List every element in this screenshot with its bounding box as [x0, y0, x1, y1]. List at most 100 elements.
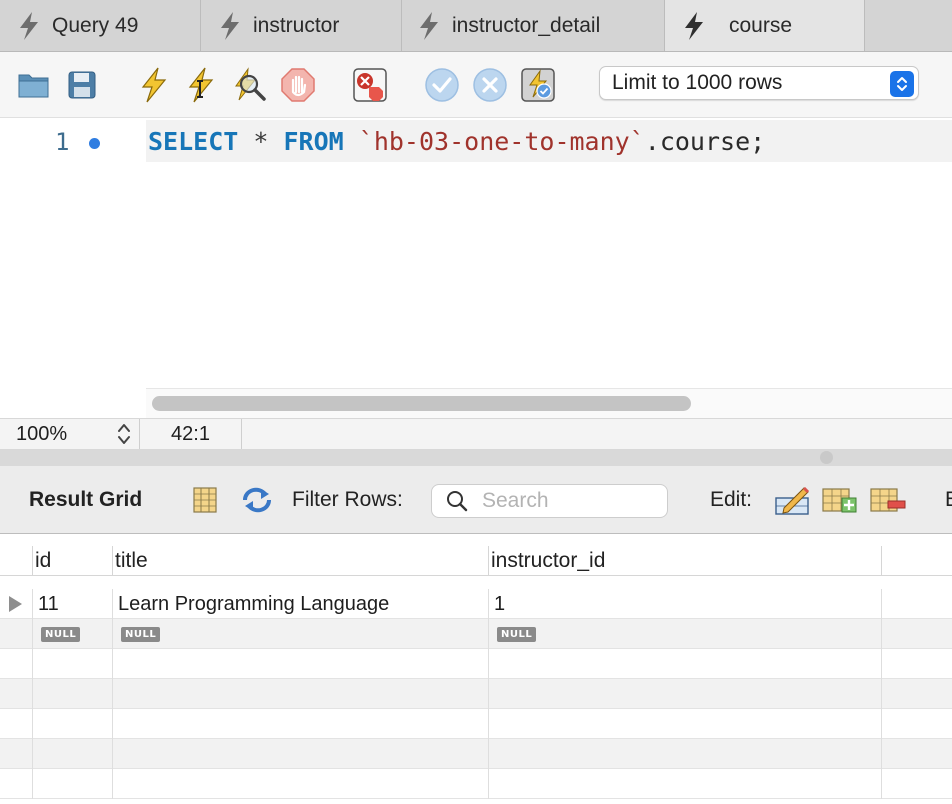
tab-course[interactable]: course — [665, 0, 865, 51]
row-selector-header — [0, 546, 33, 576]
select-stepper-icon — [890, 71, 914, 97]
tab-label: course — [729, 13, 793, 37]
search-icon — [447, 491, 468, 512]
sql-table-name: .course; — [644, 126, 766, 156]
empty-cell — [0, 769, 33, 799]
cell-title-null[interactable]: NULL — [113, 619, 489, 649]
line-number: 1 — [55, 128, 70, 156]
scrollbar-thumb[interactable] — [152, 396, 691, 411]
stop-hand-icon — [281, 68, 315, 102]
export-label-cut: E — [945, 488, 952, 512]
empty-cell — [33, 769, 113, 799]
empty-cell — [0, 709, 33, 739]
open-file-button[interactable] — [15, 66, 53, 104]
empty-cell — [489, 649, 882, 679]
filter-rows-label: Filter Rows: — [292, 488, 403, 511]
panel-splitter[interactable] — [0, 450, 952, 466]
empty-cell — [113, 679, 489, 709]
result-grid-toolbar: Result Grid Filter Rows: Edit: — [0, 466, 952, 534]
delete-row-icon — [870, 488, 906, 512]
empty-cell — [489, 739, 882, 769]
sql-editor-toolbar: Limit to 1000 rows — [0, 52, 952, 118]
execute-icon — [141, 67, 167, 103]
statement-marker-icon — [89, 138, 100, 149]
edit-cell-button[interactable] — [774, 484, 810, 516]
horizontal-scrollbar[interactable] — [146, 388, 952, 418]
empty-cell — [33, 709, 113, 739]
tab-instructor-detail[interactable]: instructor_detail — [402, 0, 665, 51]
save-icon — [68, 71, 96, 99]
empty-cell — [113, 769, 489, 799]
columns-icon — [193, 487, 217, 513]
empty-row — [0, 739, 952, 769]
sql-schema-name: `hb-03-one-to-many` — [358, 126, 645, 156]
cell-id[interactable]: 11 — [33, 589, 113, 619]
autocommit-toggle[interactable] — [519, 66, 557, 104]
cell-id-null[interactable]: NULL — [33, 619, 113, 649]
lightning-icon — [420, 11, 438, 40]
row-limit-select[interactable]: Limit to 1000 rows — [599, 66, 919, 100]
result-grid[interactable]: id title instructor_id 11 Learn Programm… — [0, 534, 952, 804]
empty-cell — [489, 679, 882, 709]
zoom-select[interactable]: 100% — [0, 419, 140, 449]
row-selector[interactable] — [0, 589, 33, 619]
autocommit-icon — [521, 68, 555, 102]
commit-button[interactable] — [423, 66, 461, 104]
stop-on-error-toggle[interactable] — [351, 66, 389, 104]
delete-row-button[interactable] — [870, 484, 906, 516]
toggle-grid-view-button[interactable] — [189, 484, 221, 516]
lightning-icon — [221, 11, 239, 40]
row-selector[interactable] — [0, 619, 33, 649]
explain-button[interactable] — [230, 66, 268, 104]
empty-row — [0, 679, 952, 709]
cell-title[interactable]: Learn Programming Language — [113, 589, 489, 619]
row-limit-value: Limit to 1000 rows — [612, 71, 783, 94]
execute-current-icon — [188, 67, 214, 103]
splitter-handle[interactable] — [820, 451, 833, 464]
result-grid-title: Result Grid — [29, 488, 143, 511]
cell-instructor-id[interactable]: 1 — [489, 589, 882, 619]
add-row-button[interactable] — [822, 484, 858, 516]
sql-statement-line[interactable]: SELECT * FROM `hb-03-one-to-many` .course… — [146, 120, 952, 162]
sql-editor[interactable]: 1 SELECT * FROM `hb-03-one-to-many` .cour… — [0, 118, 952, 418]
new-row[interactable]: NULL NULL NULL — [0, 619, 952, 649]
column-header-title[interactable]: title — [113, 546, 489, 576]
empty-cell — [0, 679, 33, 709]
explain-icon — [235, 67, 266, 101]
edit-pencil-icon — [775, 486, 810, 515]
tab-label: instructor_detail — [452, 13, 601, 37]
editor-status-bar: 100% 42:1 — [0, 418, 952, 450]
empty-row — [0, 709, 952, 739]
empty-cell — [33, 739, 113, 769]
execute-button[interactable] — [135, 66, 173, 104]
tab-label: instructor — [253, 13, 340, 37]
tab-query-49[interactable]: Query 49 — [0, 0, 201, 51]
add-row-icon — [822, 488, 857, 513]
open-folder-icon — [18, 74, 49, 98]
zoom-value: 100% — [16, 422, 68, 445]
empty-row — [0, 769, 952, 799]
edit-label: Edit: — [710, 488, 753, 511]
column-header-id[interactable]: id — [33, 546, 113, 576]
grid-header-row: id title instructor_id — [0, 546, 952, 576]
empty-cell — [489, 769, 882, 799]
null-badge: NULL — [41, 626, 81, 642]
tab-instructor[interactable]: instructor — [201, 0, 402, 51]
empty-cell — [113, 739, 489, 769]
refresh-button[interactable] — [241, 484, 273, 516]
empty-cell — [0, 649, 33, 679]
save-button[interactable] — [63, 66, 101, 104]
column-header-instructor-id[interactable]: instructor_id — [489, 546, 882, 576]
stop-button[interactable] — [279, 66, 317, 104]
cell-instructor-id-null[interactable]: NULL — [489, 619, 882, 649]
table-row[interactable]: 11 Learn Programming Language 1 — [0, 589, 952, 619]
empty-cell — [33, 679, 113, 709]
execute-current-statement-button[interactable] — [182, 66, 220, 104]
search-input[interactable] — [482, 489, 652, 513]
current-row-arrow-icon — [9, 596, 22, 612]
rollback-button[interactable] — [471, 66, 509, 104]
cursor-position: 42:1 — [140, 419, 242, 449]
filter-rows-search[interactable] — [431, 484, 668, 518]
chevron-updown-icon — [118, 424, 130, 444]
empty-cell — [489, 709, 882, 739]
